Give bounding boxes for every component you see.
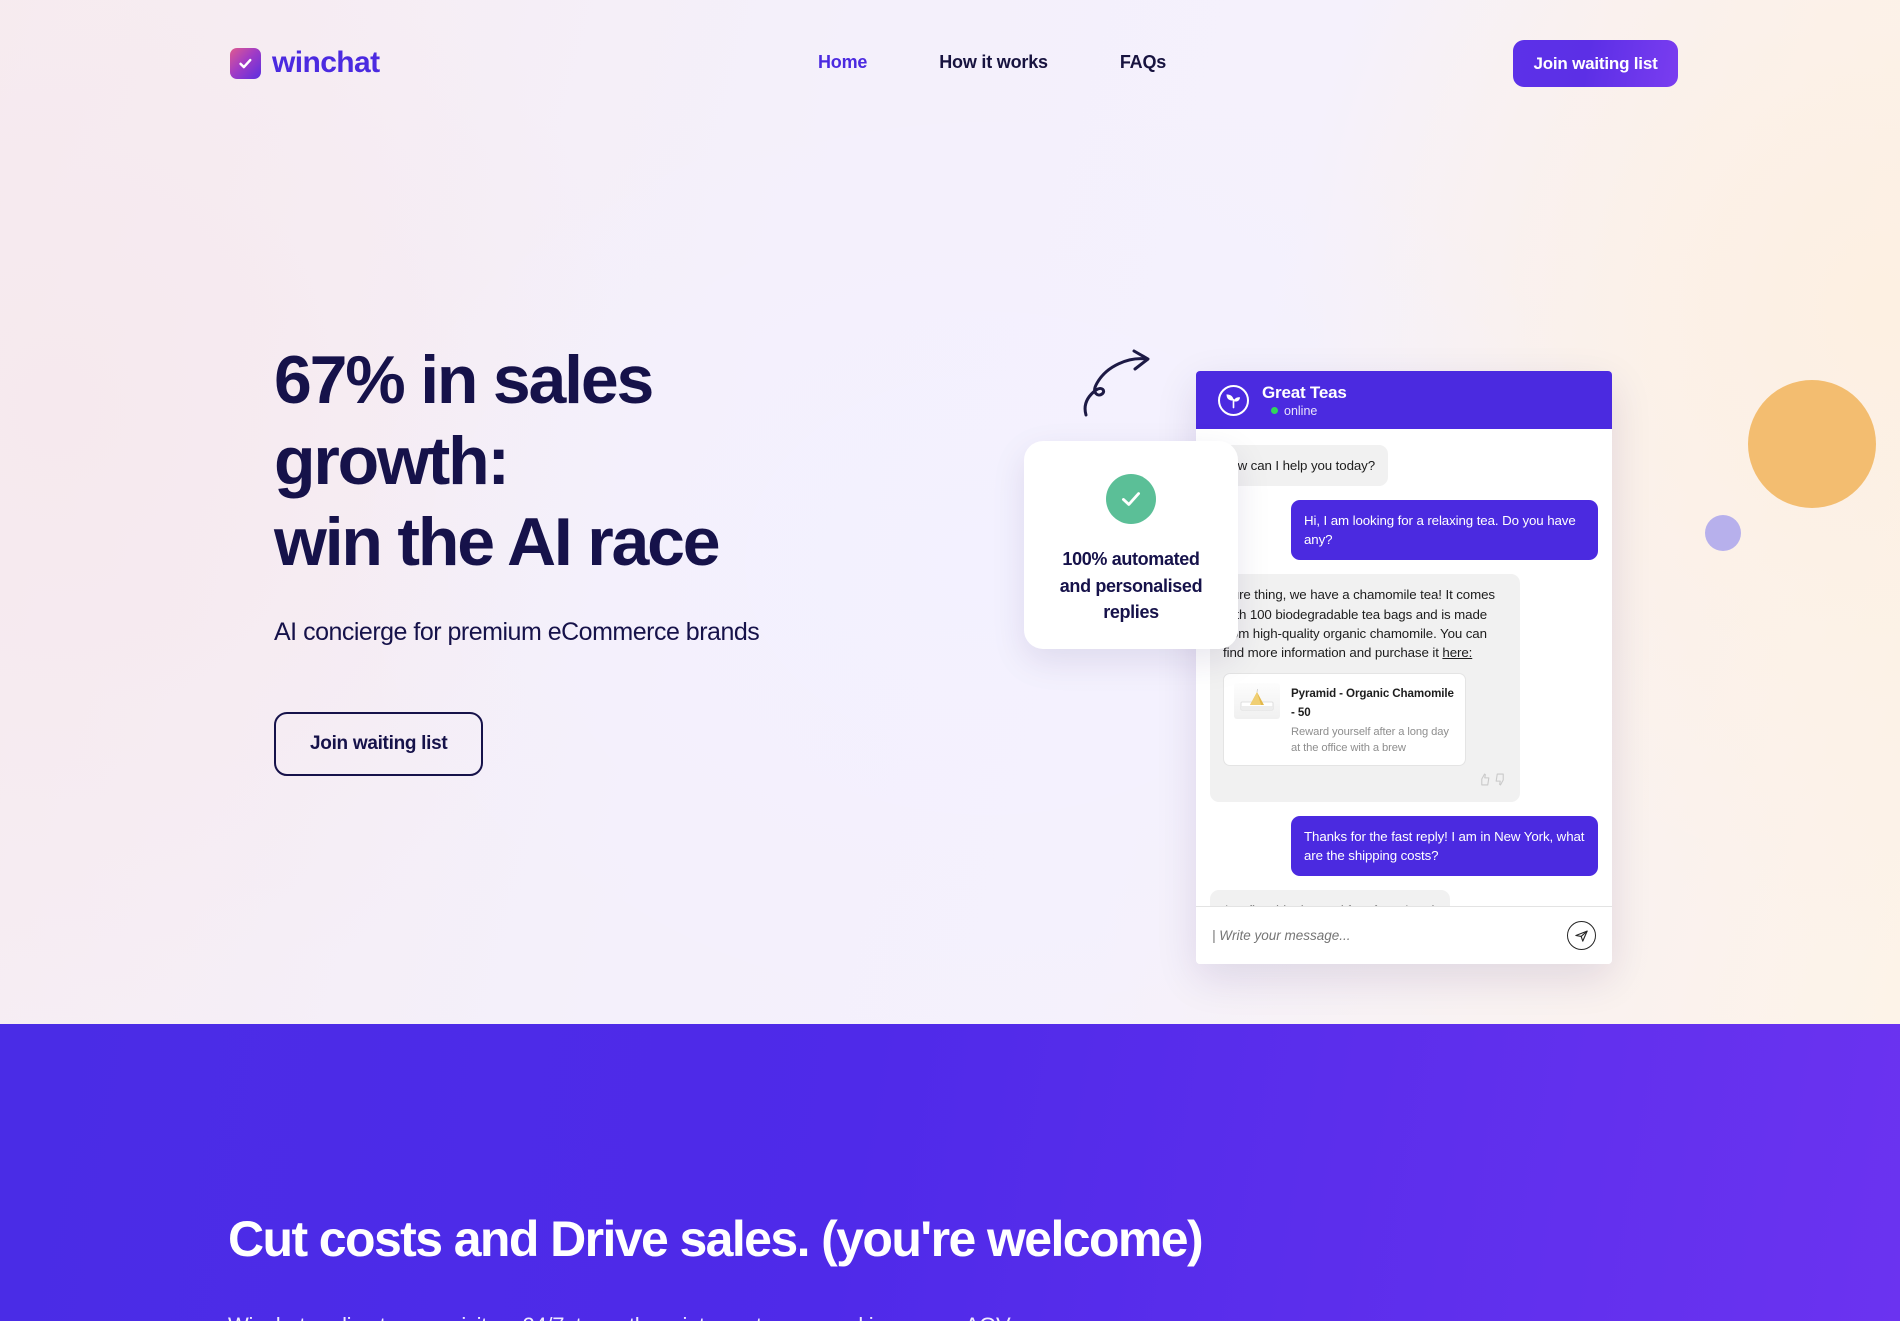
- brand-logo[interactable]: winchat: [230, 46, 380, 80]
- brand-name: winchat: [272, 46, 380, 79]
- chat-bubble-user: Thanks for the fast reply! I am in New Y…: [1291, 815, 1598, 877]
- chat-widget: Great Teas online how can I help you tod…: [1196, 371, 1612, 964]
- hero-copy: 67% in sales growth: win the AI race AI …: [274, 340, 914, 776]
- feature-text-line-2: and personalised: [1059, 575, 1203, 596]
- hero-join-waiting-list-button[interactable]: Join waiting list: [274, 711, 484, 776]
- chat-bubble-bot: $10 flat shipping and free from $65 :): [1210, 890, 1450, 906]
- product-link[interactable]: here:: [1442, 645, 1472, 660]
- chat-message-row: $10 flat shipping and free from $65 :): [1210, 890, 1598, 906]
- hero-subtitle: AI concierge for premium eCommerce brand…: [274, 617, 760, 646]
- chat-bubble-bot-text: $10 flat shipping and free from $65 :): [1223, 903, 1437, 906]
- leaf-plant-icon: [1218, 384, 1249, 416]
- page-title: 67% in sales growth: win the AI race: [274, 340, 914, 583]
- value-proposition-section: Cut costs and Drive sales. (you're welco…: [0, 1024, 1900, 1321]
- chat-message-row: how can I help you today?: [1210, 445, 1598, 487]
- decorative-circle-orange: [1748, 380, 1876, 508]
- chat-message-row: Thanks for the fast reply! I am in New Y…: [1210, 815, 1598, 877]
- tea-pyramid-icon: [1234, 682, 1280, 719]
- chat-status-text: online: [1284, 403, 1318, 418]
- nav-item-faqs[interactable]: FAQs: [1084, 52, 1202, 73]
- hero-section: winchat Home How it works FAQs Join wait…: [0, 0, 1900, 1024]
- send-paper-plane-icon[interactable]: [1567, 921, 1596, 950]
- top-navigation-bar: winchat Home How it works FAQs Join wait…: [0, 0, 1900, 110]
- chat-message-row: Sure thing, we have a chamomile tea! It …: [1210, 574, 1598, 802]
- decorative-circle-lavender: [1705, 515, 1741, 551]
- nav-join-waiting-list-button[interactable]: Join waiting list: [1513, 40, 1678, 87]
- message-reactions: [1223, 772, 1507, 791]
- chat-bubble-bot-product: Sure thing, we have a chamomile tea! It …: [1210, 574, 1520, 802]
- chat-message-list: how can I help you today? Hi, I am looki…: [1196, 429, 1612, 906]
- chat-brand: Great Teas online: [1262, 383, 1347, 418]
- section-title: Cut costs and Drive sales. (you're welco…: [228, 1211, 1204, 1267]
- thumbs-down-icon[interactable]: [1494, 772, 1507, 791]
- nav-item-how-it-works[interactable]: How it works: [903, 52, 1084, 73]
- hero-title-line-3: win the AI race: [274, 503, 721, 580]
- product-info: Pyramid - Organic Chamomile - 50 Reward …: [1291, 683, 1455, 756]
- chat-input-bar: [1196, 906, 1612, 964]
- hero-title-line-1: 67% in sales: [274, 342, 654, 418]
- chat-brand-name: Great Teas: [1262, 382, 1347, 402]
- chat-message-input[interactable]: [1212, 928, 1557, 943]
- online-dot-icon: [1271, 407, 1278, 414]
- checkbox-check-icon: [230, 47, 261, 79]
- section-subtitle: Winchat replies to your visitors 24/7, t…: [228, 1313, 1728, 1321]
- chat-message-row: Hi, I am looking for a relaxing tea. Do …: [1210, 500, 1598, 561]
- chat-status: online: [1262, 404, 1347, 418]
- check-circle-icon: [1106, 474, 1156, 524]
- value-proposition-inner: Cut costs and Drive sales. (you're welco…: [228, 1212, 1728, 1321]
- nav-item-home[interactable]: Home: [782, 52, 903, 73]
- curly-arrow-icon: [1078, 345, 1158, 420]
- product-title: Pyramid - Organic Chamomile - 50: [1291, 686, 1454, 720]
- feature-text-line-1: 100% automated: [1062, 549, 1200, 569]
- hero-title-line-2: growth:: [274, 422, 510, 499]
- chat-header: Great Teas online: [1196, 371, 1612, 429]
- thumbs-up-icon[interactable]: [1478, 772, 1491, 791]
- product-card[interactable]: Pyramid - Organic Chamomile - 50 Reward …: [1223, 672, 1466, 766]
- product-description: Reward yourself after a long day at the …: [1291, 726, 1449, 754]
- feature-card-automated-replies: 100% automated and personalised replies: [1024, 441, 1238, 649]
- feature-card-text: 100% automated and personalised replies: [1048, 546, 1214, 626]
- nav-links: Home How it works FAQs: [782, 52, 1202, 73]
- feature-text-line-3: replies: [1103, 602, 1159, 623]
- chat-bubble-user: Hi, I am looking for a relaxing tea. Do …: [1291, 500, 1598, 561]
